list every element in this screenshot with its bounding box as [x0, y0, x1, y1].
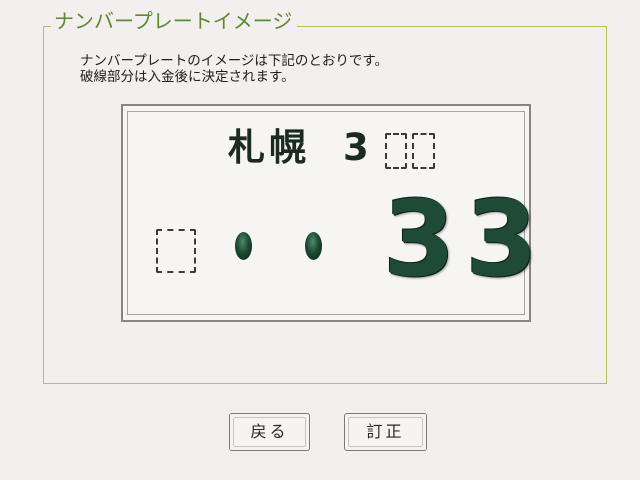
undecided-class-digit-box-1	[385, 133, 407, 169]
plate-region-name: 札幌	[228, 126, 310, 169]
placeholder-dot-1	[235, 232, 252, 260]
placeholder-dot-2	[305, 232, 322, 260]
plate-serial-number: 33	[383, 178, 548, 300]
undecided-class-digit-box-2	[412, 133, 435, 169]
group-title: ナンバープレートイメージ	[51, 8, 298, 34]
undecided-hiragana-box	[156, 229, 196, 273]
message: ナンバープレートのイメージは下記のとおりです。 破線部分は入金後に決定されます。	[80, 53, 388, 85]
message-line-2: 破線部分は入金後に決定されます。	[80, 69, 295, 85]
correct-button[interactable]: 訂正	[344, 413, 427, 451]
back-button[interactable]: 戻る	[229, 413, 310, 451]
correct-button-label: 訂正	[366, 422, 405, 441]
plate-class-digit: 3	[343, 126, 369, 169]
back-button-label: 戻る	[250, 422, 289, 441]
message-line-1: ナンバープレートのイメージは下記のとおりです。	[80, 53, 389, 69]
